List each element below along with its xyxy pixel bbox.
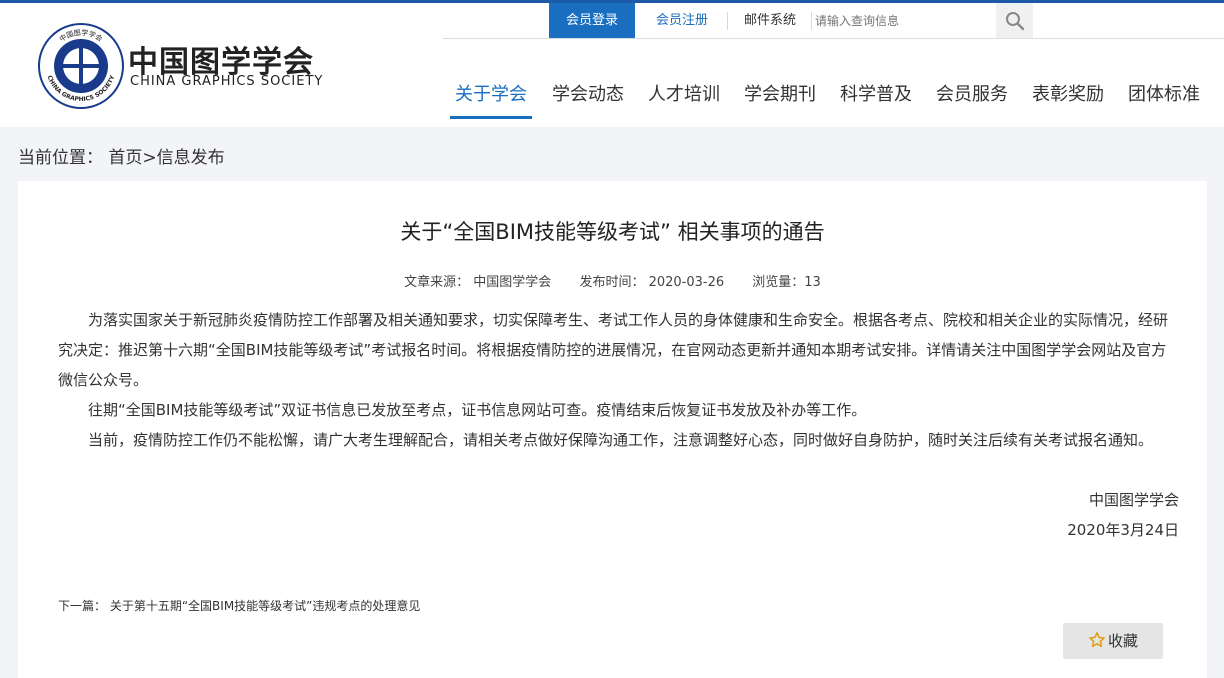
nav-item-training[interactable]: 人才培训	[643, 75, 725, 119]
mail-system-link[interactable]: 邮件系统	[729, 3, 811, 38]
divider	[811, 12, 812, 30]
nav-item-news[interactable]: 学会动态	[547, 75, 629, 119]
article-date: 发布时间： 2020-03-26	[579, 275, 725, 290]
favorite-button[interactable]: 收藏	[1063, 623, 1163, 659]
article-source: 文章来源： 中国图学学会	[404, 275, 552, 290]
article-paragraph: 当前，疫情防控工作仍不能松懈，请广大考生理解配合，请相关考点做好保障沟通工作，注…	[88, 431, 1154, 449]
article-views: 浏览量：13	[752, 275, 821, 290]
nav-item-member-service[interactable]: 会员服务	[931, 75, 1013, 119]
member-login-button[interactable]: 会员登录	[549, 3, 635, 38]
divider	[727, 12, 728, 30]
next-article: 下一篇： 关于第十五期“全国BIM技能等级考试”违规考点的处理意见	[58, 597, 420, 614]
article-paragraph: 为落实国家关于新冠肺炎疫情防控工作部署及相关通知要求，切实保障考生、考试工作人员…	[58, 311, 1169, 389]
article-panel: 关于“全国BIM技能等级考试” 相关事项的通告 文章来源： 中国图学学会 发布时…	[18, 181, 1207, 678]
search-input[interactable]	[813, 6, 996, 36]
nav-item-journals[interactable]: 学会期刊	[739, 75, 821, 119]
favorite-label: 收藏	[1107, 632, 1138, 650]
search-button[interactable]	[996, 3, 1033, 38]
search-icon	[1006, 12, 1025, 31]
star-icon	[1089, 632, 1105, 648]
site-logo[interactable]: 中国图学学会 CHINA GRAPHICS SOCIETY 中国图学学会 CHI…	[36, 21, 326, 111]
member-register-button[interactable]: 会员注册	[639, 3, 725, 38]
article-signature: 中国图学学会	[1088, 491, 1179, 509]
next-article-label: 下一篇：	[58, 599, 107, 613]
next-article-link[interactable]: 关于第十五期“全国BIM技能等级考试”违规考点的处理意见	[110, 599, 421, 613]
site-header: 中国图学学会 CHINA GRAPHICS SOCIETY 中国图学学会 CHI…	[0, 3, 1224, 127]
article-body: 为落实国家关于新冠肺炎疫情防控工作部署及相关通知要求，切实保障考生、考试工作人员…	[58, 305, 1180, 455]
nav-item-about[interactable]: 关于学会	[450, 75, 532, 119]
logo-emblem-icon: 中国图学学会 CHINA GRAPHICS SOCIETY	[38, 23, 124, 109]
article-title: 关于“全国BIM技能等级考试” 相关事项的通告	[400, 220, 825, 244]
nav-item-standards[interactable]: 团体标准	[1123, 75, 1205, 119]
article-meta: 文章来源： 中国图学学会 发布时间： 2020-03-26 浏览量：13	[18, 271, 1207, 290]
article-signature-block: 中国图学学会 2020年3月24日	[1067, 485, 1179, 545]
logo-name-en: CHINA GRAPHICS SOCIETY	[130, 74, 324, 89]
article-sign-date: 2020年3月24日	[1067, 521, 1179, 539]
article-paragraph: 往期“全国BIM技能等级考试”双证书信息已发放至考点，证书信息网站可查。疫情结束…	[88, 401, 867, 419]
nav-item-awards[interactable]: 表彰奖励	[1027, 75, 1109, 119]
breadcrumb: 当前位置： 首页>信息发布	[18, 148, 225, 168]
nav-item-science[interactable]: 科学普及	[835, 75, 917, 119]
top-bar: 会员登录 会员注册 邮件系统	[443, 3, 1224, 39]
